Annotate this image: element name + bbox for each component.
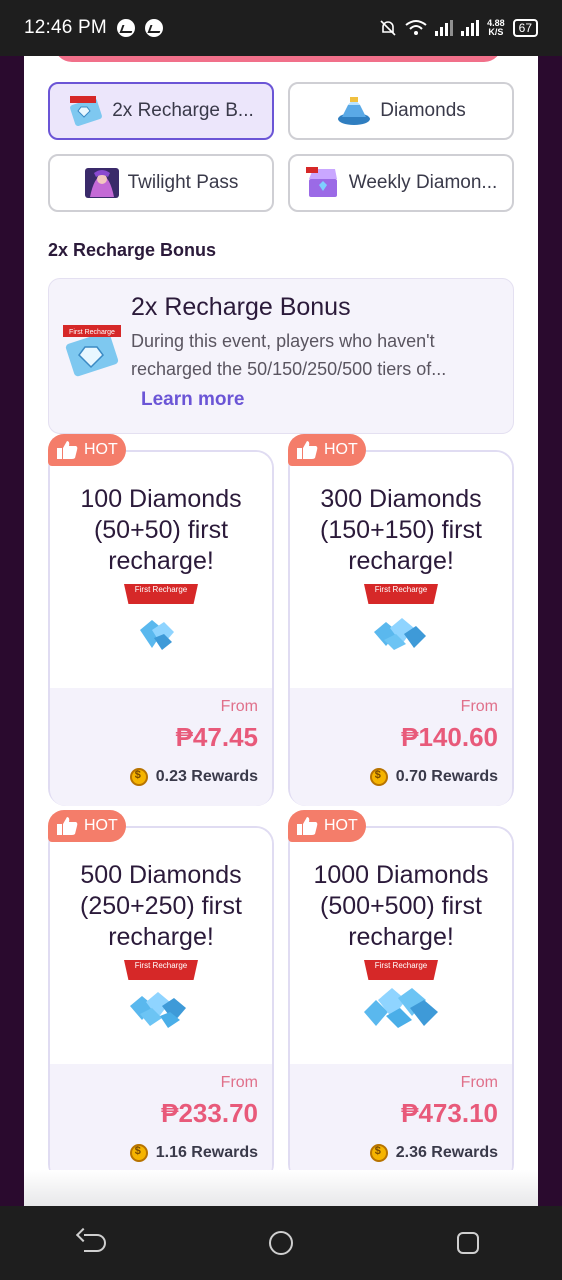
- recents-icon: [457, 1232, 480, 1254]
- thumbs-up-icon: [297, 441, 318, 459]
- first-recharge-badge: First Recharge: [124, 584, 198, 604]
- product-title: 300 Diamonds (150+150) first recharge!: [320, 485, 482, 575]
- signal-icon: [461, 20, 480, 36]
- status-time: 12:46 PM: [24, 17, 107, 38]
- from-label: From: [460, 698, 498, 715]
- first-recharge-badge: First Recharge: [124, 960, 198, 980]
- hot-badge: HOT: [48, 434, 126, 466]
- network-speed: 4.88 K/S: [487, 19, 505, 37]
- thumbs-up-icon: [297, 817, 318, 835]
- product-title: 500 Diamonds (250+250) first recharge!: [80, 861, 242, 951]
- coin-icon: [129, 1144, 148, 1162]
- first-recharge-badge: First Recharge: [364, 960, 438, 980]
- tab-diamonds[interactable]: Diamonds: [288, 82, 514, 140]
- category-tabs: 2x Recharge B... Diamonds Twilight Pass …: [48, 82, 514, 212]
- battery-icon: 67: [512, 19, 538, 37]
- rewards-row: 0.23 Rewards: [129, 768, 258, 786]
- tab-label: Weekly Diamon...: [348, 172, 498, 193]
- product-card[interactable]: HOT 1000 Diamonds (500+500) first rechar…: [288, 810, 514, 1182]
- product-card[interactable]: HOT 100 Diamonds (50+50) first recharge!…: [48, 434, 274, 806]
- rewards-value: 0.23 Rewards: [155, 768, 258, 785]
- back-icon: [83, 1234, 106, 1252]
- product-card[interactable]: HOT 500 Diamonds (250+250) first recharg…: [48, 810, 274, 1182]
- recharge-ticket-icon: First Recharge: [63, 325, 121, 377]
- hot-label: HOT: [84, 441, 118, 458]
- from-label: From: [220, 1074, 258, 1091]
- promo-title: 2x Recharge Bonus: [131, 293, 351, 321]
- product-price: ₱140.60: [401, 722, 498, 752]
- tab-label: Twilight Pass: [127, 172, 239, 193]
- twilight-hero-icon: [84, 168, 119, 198]
- diamond-gems-icon: [374, 618, 426, 650]
- coin-icon: [369, 1144, 388, 1162]
- wifi-icon: [405, 20, 427, 35]
- promo-badge-text: First Recharge: [69, 329, 115, 336]
- thumbs-up-icon: [57, 441, 78, 459]
- promo-card: First Recharge 2x Recharge Bonus During …: [48, 278, 514, 434]
- diamond-gems-icon: [140, 620, 174, 650]
- mute-alarm-icon: [380, 20, 396, 36]
- hot-label: HOT: [324, 817, 358, 834]
- from-label: From: [220, 698, 258, 715]
- learn-more-link[interactable]: Learn more: [141, 389, 244, 411]
- rewards-value: 0.70 Rewards: [395, 768, 498, 785]
- coin-icon: [129, 768, 148, 786]
- product-title: 100 Diamonds (50+50) first recharge!: [80, 485, 242, 575]
- hot-label: HOT: [84, 817, 118, 834]
- recharge-page: 2x Recharge B... Diamonds Twilight Pass …: [24, 56, 538, 1206]
- promo-description: During this event, players who haven't r…: [131, 331, 447, 379]
- tab-2x-recharge-bonus[interactable]: 2x Recharge B...: [48, 82, 274, 140]
- rewards-value: 2.36 Rewards: [395, 1144, 498, 1161]
- tab-label: Diamonds: [380, 100, 466, 121]
- weekly-chest-icon: [305, 167, 337, 197]
- diamond-gems-icon: [364, 988, 438, 1028]
- from-label: From: [460, 1074, 498, 1091]
- status-icons: 4.88 K/S 67: [379, 19, 538, 37]
- hot-badge: HOT: [288, 810, 366, 842]
- product-price: ₱233.70: [161, 1098, 258, 1128]
- product-price: ₱47.45: [175, 722, 258, 752]
- bottom-fade: [24, 1170, 538, 1206]
- recents-button[interactable]: [448, 1223, 488, 1263]
- hot-badge: HOT: [288, 434, 366, 466]
- diamond-pile-icon: [338, 97, 371, 125]
- speed-unit: K/S: [488, 27, 504, 37]
- product-card[interactable]: HOT 300 Diamonds (150+150) first recharg…: [288, 434, 514, 806]
- product-title: 1000 Diamonds (500+500) first recharge!: [313, 861, 489, 951]
- home-button[interactable]: [261, 1223, 301, 1263]
- tab-twilight-pass[interactable]: Twilight Pass: [48, 154, 274, 212]
- hot-label: HOT: [324, 441, 358, 458]
- rewards-row: 1.16 Rewards: [129, 1144, 258, 1162]
- recharge-ticket-icon: [70, 96, 103, 127]
- back-button[interactable]: [74, 1223, 114, 1263]
- coin-icon: [369, 768, 388, 786]
- rewards-value: 1.16 Rewards: [155, 1144, 258, 1161]
- section-title: 2x Recharge Bonus: [48, 240, 217, 260]
- home-icon: [268, 1231, 293, 1255]
- first-recharge-badge: First Recharge: [364, 584, 438, 604]
- product-grid: HOT 100 Diamonds (50+50) first recharge!…: [48, 434, 514, 1182]
- tab-weekly-diamond-pass[interactable]: Weekly Diamon...: [288, 154, 514, 212]
- hot-badge: HOT: [48, 810, 126, 842]
- messenger-icon: [144, 19, 163, 37]
- status-bar: 12:46 PM 4.88 K/S 67: [0, 0, 562, 56]
- thumbs-up-icon: [57, 817, 78, 835]
- messenger-icon: [116, 19, 135, 37]
- rewards-row: 2.36 Rewards: [369, 1144, 498, 1162]
- tab-label: 2x Recharge B...: [112, 100, 254, 121]
- rewards-row: 0.70 Rewards: [369, 768, 498, 786]
- top-banner-button[interactable]: [54, 56, 502, 62]
- product-price: ₱473.10: [401, 1098, 498, 1128]
- signal-icon: [435, 20, 454, 36]
- system-nav-bar: [0, 1206, 562, 1280]
- diamond-gems-icon: [130, 992, 186, 1028]
